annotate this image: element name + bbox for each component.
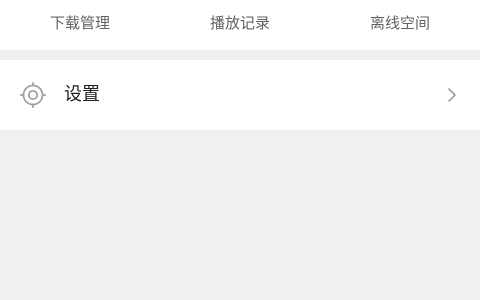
section-divider (0, 50, 480, 60)
settings-icon (19, 81, 47, 109)
settings-row[interactable]: 设置 (0, 60, 480, 130)
chevron-right-icon (448, 88, 456, 102)
settings-label: 设置 (64, 84, 100, 105)
tab-download-management[interactable]: 下载管理 (20, 0, 140, 46)
tab-play-history[interactable]: 播放记录 (180, 0, 300, 46)
tab-offline-space[interactable]: 离线空间 (340, 0, 460, 46)
top-tab-bar: 下载管理 播放记录 离线空间 (0, 0, 480, 50)
content-empty-area (0, 130, 480, 300)
